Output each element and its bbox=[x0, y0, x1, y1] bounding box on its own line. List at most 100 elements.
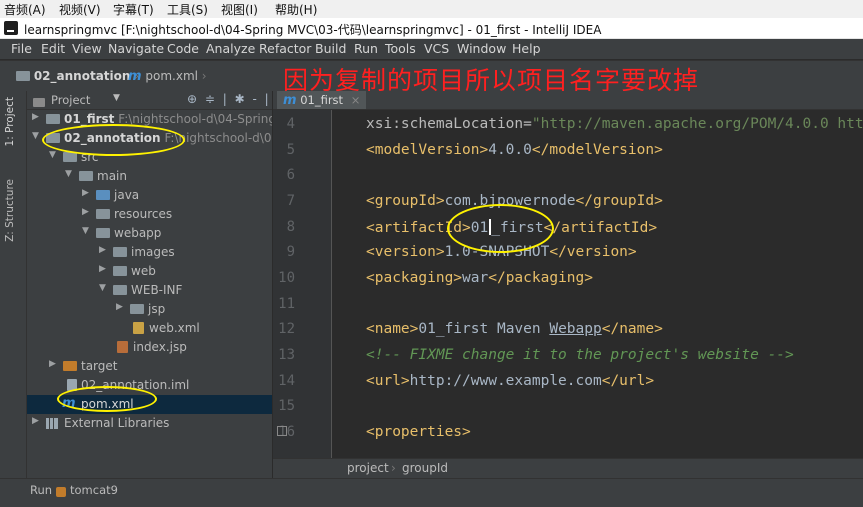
tree-item-01-first[interactable]: ▶ 01_first F:\nightschool-d\04-Spring M bbox=[27, 110, 272, 129]
chevron-right-icon[interactable]: ▶ bbox=[99, 245, 106, 255]
chevron-down-icon[interactable]: ▼ bbox=[113, 93, 120, 103]
code-line-14: <url>http://www.example.com</url> bbox=[366, 373, 655, 389]
player-menu-audio[interactable]: 音频(A) bbox=[4, 1, 46, 18]
breadcrumb-project[interactable]: 02_annotation › bbox=[16, 69, 139, 83]
menu-analyze[interactable]: Analyze bbox=[206, 41, 255, 56]
code-line-8: <artifactId>01 _first</artifactId> bbox=[366, 219, 658, 236]
chevron-right-icon[interactable]: ▶ bbox=[82, 188, 89, 198]
run-tool-bar: Run tomcat9 bbox=[0, 478, 863, 507]
chevron-down-icon[interactable]: ▼ bbox=[82, 226, 89, 236]
menu-code[interactable]: Code bbox=[167, 41, 199, 56]
line-number: 10 bbox=[278, 270, 295, 286]
window-title-bar: learnspringmvc [F:\nightschool-d\04-Spri… bbox=[0, 18, 863, 39]
menu-help[interactable]: Help bbox=[512, 41, 541, 56]
line-number: 11 bbox=[278, 296, 295, 312]
source-folder-icon bbox=[96, 190, 110, 200]
iml-file-icon bbox=[67, 379, 77, 391]
tree-item-external-libraries[interactable]: ▶ External Libraries bbox=[27, 414, 272, 433]
chevron-right-icon[interactable]: ▶ bbox=[32, 416, 39, 426]
menu-tools[interactable]: Tools bbox=[385, 41, 416, 56]
chevron-down-icon[interactable]: ▼ bbox=[65, 169, 72, 179]
menu-view[interactable]: View bbox=[72, 41, 102, 56]
maven-icon: m bbox=[128, 69, 142, 84]
tree-item-iml[interactable]: 02_annotation.iml bbox=[27, 376, 272, 395]
chevron-right-icon[interactable]: ▶ bbox=[49, 359, 56, 369]
tree-item-index-jsp[interactable]: index.jsp bbox=[27, 338, 272, 357]
chevron-down-icon[interactable]: ▼ bbox=[32, 131, 39, 141]
line-number: 15 bbox=[278, 398, 295, 414]
tree-item-jsp[interactable]: ▶ jsp bbox=[27, 300, 272, 319]
run-config-name[interactable]: tomcat9 bbox=[70, 483, 118, 497]
folder-icon bbox=[130, 304, 144, 314]
menu-run[interactable]: Run bbox=[354, 41, 378, 56]
project-view-label[interactable]: Project bbox=[51, 93, 90, 107]
navigation-bar: 02_annotation › m pom.xml › 因为复制的项目所以项目名… bbox=[0, 60, 863, 95]
line-number: 6 bbox=[286, 167, 295, 183]
chevron-down-icon[interactable]: ▼ bbox=[99, 283, 106, 293]
tree-item-java[interactable]: ▶ java bbox=[27, 186, 272, 205]
jsp-file-icon bbox=[117, 341, 128, 353]
tree-item-web-xml[interactable]: web.xml bbox=[27, 319, 272, 338]
tree-item-src[interactable]: ▼ src bbox=[27, 148, 272, 167]
run-tab-label[interactable]: Run bbox=[30, 483, 52, 497]
maven-icon: m bbox=[62, 396, 76, 411]
chevron-right-icon[interactable]: ▶ bbox=[99, 264, 106, 274]
project-toolbar-icons[interactable]: ⊕ ≑ | ✱ - | bbox=[187, 92, 271, 106]
player-menu-tools[interactable]: 工具(S) bbox=[167, 1, 208, 18]
tree-item-web-inf[interactable]: ▼ WEB-INF bbox=[27, 281, 272, 300]
tree-item-02-annotation[interactable]: ▼ 02_annotation F:\nightschool-d\04-S bbox=[27, 129, 272, 148]
editor-crumb-project[interactable]: project bbox=[347, 461, 389, 475]
menu-refactor[interactable]: Refactor bbox=[259, 41, 311, 56]
library-icon bbox=[46, 418, 58, 429]
menu-navigate[interactable]: Navigate bbox=[108, 41, 164, 56]
line-number: 8 bbox=[286, 219, 295, 235]
folder-icon bbox=[113, 285, 127, 295]
menu-build[interactable]: Build bbox=[315, 41, 346, 56]
menu-edit[interactable]: Edit bbox=[41, 41, 65, 56]
fold-marker-icon[interactable] bbox=[277, 426, 287, 436]
menu-window[interactable]: Window bbox=[457, 41, 506, 56]
folder-icon bbox=[96, 228, 110, 238]
line-number: 13 bbox=[278, 347, 295, 363]
tree-item-web[interactable]: ▶ web bbox=[27, 262, 272, 281]
editor-tab-01-first[interactable]: m 01_first × bbox=[277, 91, 367, 109]
chevron-right-icon[interactable]: ▶ bbox=[116, 302, 123, 312]
code-line-5: <modelVersion>4.0.0</modelVersion> bbox=[366, 142, 663, 158]
code-line-10: <packaging>war</packaging> bbox=[366, 270, 593, 286]
tree-item-resources[interactable]: ▶ resources bbox=[27, 205, 272, 224]
tree-item-main[interactable]: ▼ main bbox=[27, 167, 272, 186]
player-menu-view[interactable]: 视图(I) bbox=[221, 1, 258, 18]
folder-icon bbox=[63, 152, 77, 162]
tomcat-icon bbox=[56, 487, 66, 497]
line-number: 14 bbox=[278, 373, 295, 389]
project-tool-tab[interactable]: 1: Project bbox=[4, 97, 16, 146]
tree-item-target[interactable]: ▶ target bbox=[27, 357, 272, 376]
close-icon[interactable]: × bbox=[351, 93, 361, 107]
chevron-right-icon: › bbox=[391, 461, 396, 475]
player-menu-subtitle[interactable]: 字幕(T) bbox=[113, 1, 154, 18]
code-line-12: <name>01_first Maven Webapp</name> bbox=[366, 321, 663, 337]
code-line-7: <groupId>com.bjpowernode</groupId> bbox=[366, 193, 663, 209]
window-title: learnspringmvc [F:\nightschool-d\04-Spri… bbox=[24, 23, 602, 37]
code-line-9: <version>1.0-SNAPSHOT</version> bbox=[366, 244, 637, 260]
player-menu-video[interactable]: 视频(V) bbox=[59, 1, 101, 18]
tree-item-pom-xml[interactable]: m pom.xml bbox=[27, 395, 272, 414]
editor-crumb-groupid[interactable]: groupId bbox=[402, 461, 448, 475]
tree-item-images[interactable]: ▶ images bbox=[27, 243, 272, 262]
excluded-folder-icon bbox=[63, 361, 77, 371]
line-number: 12 bbox=[278, 321, 295, 337]
breadcrumb-file[interactable]: m pom.xml › bbox=[128, 69, 207, 84]
chevron-right-icon[interactable]: ▶ bbox=[82, 207, 89, 217]
editor-gutter: 4 5 6 7 8 9 10 11 12 13 14 15 16 bbox=[273, 110, 332, 458]
menu-vcs[interactable]: VCS bbox=[424, 41, 449, 56]
player-menu-help[interactable]: 帮助(H) bbox=[275, 1, 317, 18]
tree-item-webapp[interactable]: ▼ webapp bbox=[27, 224, 272, 243]
project-panel-header: Project ▼ ⊕ ≑ | ✱ - | bbox=[27, 91, 272, 110]
chevron-down-icon[interactable]: ▼ bbox=[49, 150, 56, 160]
intellij-logo-icon bbox=[4, 21, 18, 35]
structure-tool-tab[interactable]: Z: Structure bbox=[4, 179, 16, 242]
menu-file[interactable]: File bbox=[11, 41, 32, 56]
chevron-right-icon[interactable]: ▶ bbox=[32, 112, 39, 122]
line-number: 9 bbox=[286, 244, 295, 260]
code-editor[interactable]: xsi:schemaLocation="http://maven.apache.… bbox=[332, 110, 863, 458]
